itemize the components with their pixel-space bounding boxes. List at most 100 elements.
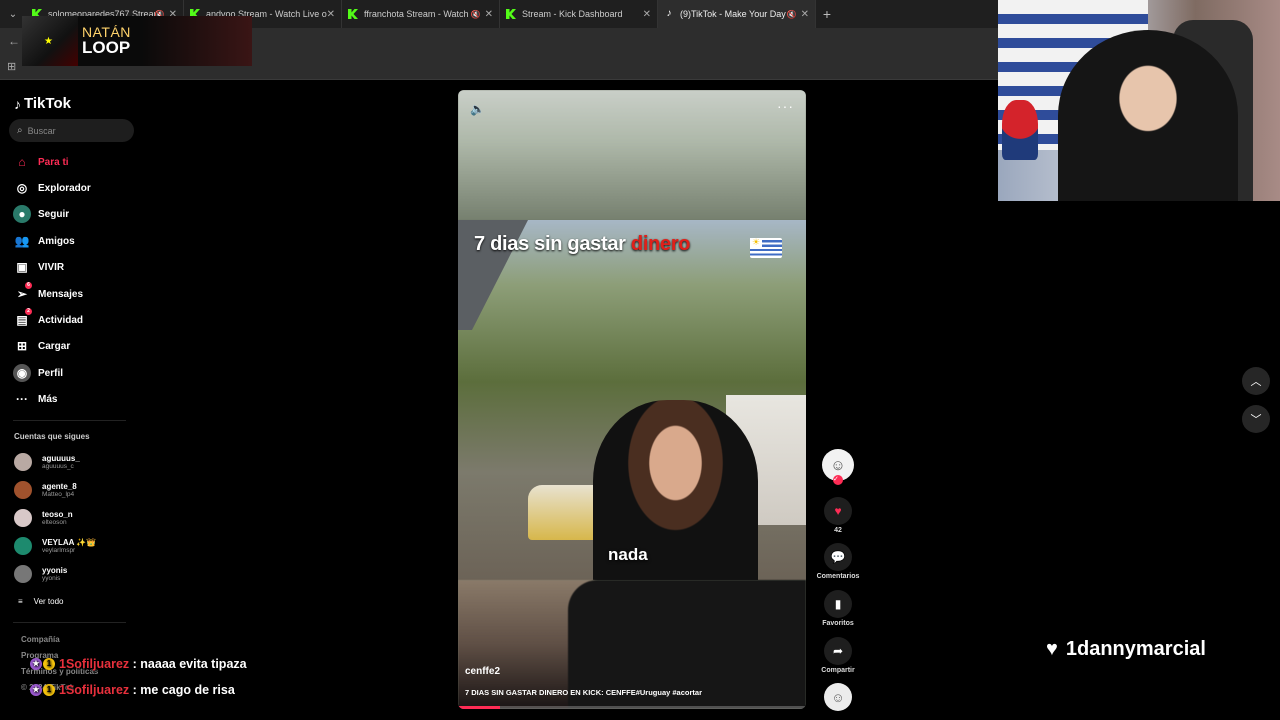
avatar xyxy=(14,565,32,583)
apps-grid-icon[interactable]: ⊞ xyxy=(7,60,16,73)
video-overlay-title: 7 dias sin gastar dinero xyxy=(474,233,691,255)
messages-icon: ➢ 6 xyxy=(13,282,32,303)
follow-plus-icon[interactable]: ✓ xyxy=(833,475,843,485)
notification-badge: 6 xyxy=(25,282,32,289)
tab-title: ffranchota Stream - Watch xyxy=(364,9,469,19)
search-input[interactable]: ⌕ Buscar xyxy=(9,119,134,142)
sidebar-item-mensajes[interactable]: ➢ 6 Mensajes xyxy=(13,282,83,303)
avatar xyxy=(14,537,32,555)
more-options-icon[interactable]: ··· xyxy=(777,98,794,114)
compass-icon: ◎ xyxy=(16,181,28,195)
webcam-feed xyxy=(998,0,1280,201)
sidebar-item-para-ti[interactable]: ⌂ Para ti xyxy=(13,153,68,171)
upload-icon: ⊞ xyxy=(16,339,28,353)
sidebar-item-mas[interactable]: ··· Más xyxy=(13,390,57,408)
profile-icon: ◉ xyxy=(13,364,31,382)
avatar xyxy=(14,509,32,527)
sidebar-item-seguir[interactable]: ● Seguir xyxy=(13,205,69,223)
video-author[interactable]: cenffe2 xyxy=(465,666,500,677)
sidebar-item-actividad[interactable]: ▤ 2 Actividad xyxy=(13,308,83,329)
video-description: 7 DIAS SIN GASTAR DINERO EN KICK: CENFFE… xyxy=(465,688,702,697)
back-arrow-icon[interactable]: ← xyxy=(8,34,20,48)
sub-badge-icon: ★ xyxy=(30,658,42,670)
divider xyxy=(13,622,126,623)
streamer xyxy=(1058,30,1238,201)
close-tab-icon[interactable]: ✕ xyxy=(643,9,651,20)
tiktok-note-icon: ♪ xyxy=(14,95,21,112)
gift-badge-icon: 1 xyxy=(43,684,55,696)
browser-tab[interactable]: Stream - Kick Dashboard ✕ xyxy=(500,0,658,28)
close-tab-icon[interactable]: ✕ xyxy=(327,9,335,20)
following-icon: ● xyxy=(13,205,31,223)
footer-link[interactable]: Compañía xyxy=(21,635,60,644)
video-blur-top xyxy=(458,90,806,220)
progress-fill xyxy=(458,706,500,709)
kick-icon xyxy=(506,9,516,19)
video-player[interactable]: 7 dias sin gastar dinero nada 🔈 ··· cenf… xyxy=(458,90,806,709)
chevron-down-icon: ﹀ xyxy=(1250,414,1262,426)
like-button[interactable]: ♥ 42 xyxy=(816,497,860,534)
video-progress-bar[interactable] xyxy=(458,706,806,709)
close-tab-icon[interactable]: ✕ xyxy=(485,9,493,20)
video-caption: nada xyxy=(608,545,648,564)
sidebar-item-amigos[interactable]: 👥 Amigos xyxy=(13,232,75,250)
divider xyxy=(13,420,126,421)
see-all-link[interactable]: ≡ Ver todo xyxy=(18,597,63,606)
sidebar-item-vivir[interactable]: ▣ VIVIR xyxy=(13,258,64,276)
uruguay-flag-icon xyxy=(750,237,782,258)
following-section-title: Cuentas que sigues xyxy=(14,432,90,441)
activity-icon: ▤ 2 xyxy=(13,308,32,329)
follower-alert: ♥ 1dannymarcial xyxy=(1046,638,1206,661)
kick-icon xyxy=(348,9,358,19)
sidebar-item-cargar[interactable]: ⊞ Cargar xyxy=(13,337,70,355)
chevron-up-icon: ︿ xyxy=(1250,376,1262,388)
list-icon: ≡ xyxy=(18,597,23,606)
live-icon: ▣ xyxy=(16,260,28,274)
now-playing-overlay: NATÁN LOOP xyxy=(22,16,252,66)
followed-account[interactable]: aguuuus_ aguuuus_c xyxy=(14,451,80,473)
tiktok-sidebar: ♪ TikTok ⌕ Buscar ⌂ Para ti ◎ Explorador ● S… xyxy=(0,81,140,720)
browser-tab-active[interactable]: ♪ (9)TikTok - Make Your Day 🔇 ✕ xyxy=(658,0,816,28)
sidebar-item-explorador[interactable]: ◎ Explorador xyxy=(13,179,91,197)
followed-account[interactable]: yyonis yyonis xyxy=(14,563,67,585)
followed-account[interactable]: agente_8 Matteo_lp4 xyxy=(14,479,77,501)
sidebar-item-perfil[interactable]: ◉ Perfil xyxy=(13,364,63,382)
tab-title: (9)TikTok - Make Your Day xyxy=(680,9,786,19)
creator-avatar[interactable]: ☺ ✓ xyxy=(822,449,854,485)
follower-name: 1dannymarcial xyxy=(1065,638,1206,660)
sub-badge-icon: ★ xyxy=(30,684,42,696)
notification-badge: 2 xyxy=(25,308,32,315)
next-video-button[interactable]: ﹀ xyxy=(1242,405,1270,433)
chat-message: ★ 1 1Sofiljuarez : naaaa evita tipaza xyxy=(30,657,247,671)
chat-username: 1Sofiljuarez xyxy=(59,683,130,697)
home-icon: ⌂ xyxy=(18,155,26,169)
avatar xyxy=(14,481,32,499)
followed-account[interactable]: VEYLAA ✨👑 veylarlmspr xyxy=(14,535,96,557)
muted-icon[interactable]: 🔇 xyxy=(471,10,481,19)
new-tab-button[interactable]: + xyxy=(816,6,838,22)
friends-icon: 👥 xyxy=(14,234,30,248)
close-tab-icon[interactable]: ✕ xyxy=(801,9,809,20)
heart-icon: ♥ xyxy=(824,497,852,525)
previous-video-button[interactable]: ︿ xyxy=(1242,367,1270,395)
video-frame xyxy=(458,220,806,580)
comment-button[interactable]: 💬 Comentarios xyxy=(816,543,860,580)
avatar xyxy=(14,453,32,471)
tiktok-logo[interactable]: ♪ TikTok xyxy=(14,95,71,112)
share-button[interactable]: ➦ Compartir xyxy=(816,637,860,674)
search-icon: ⌕ xyxy=(17,125,23,136)
share-icon: ➦ xyxy=(824,637,852,665)
volume-icon[interactable]: 🔈 xyxy=(470,102,485,116)
favorite-button[interactable]: ▮ Favoritos xyxy=(816,590,860,627)
chat-message: ★ 1 1Sofiljuarez : me cago de risa xyxy=(30,683,235,697)
now-playing-artist: NATÁN xyxy=(82,23,131,40)
comments-label: Comentarios xyxy=(816,573,860,580)
music-avatar[interactable]: ☺ xyxy=(824,683,852,711)
search-placeholder: Buscar xyxy=(27,125,56,136)
now-playing-title: LOOP xyxy=(82,38,131,58)
followed-account[interactable]: teoso_n elteoson xyxy=(14,507,73,529)
chat-username: 1Sofiljuarez xyxy=(59,657,130,671)
chat-text: : naaaa evita tipaza xyxy=(132,657,247,671)
muted-icon[interactable]: 🔇 xyxy=(787,10,797,19)
browser-tab[interactable]: ffranchota Stream - Watch 🔇 ✕ xyxy=(342,0,500,28)
